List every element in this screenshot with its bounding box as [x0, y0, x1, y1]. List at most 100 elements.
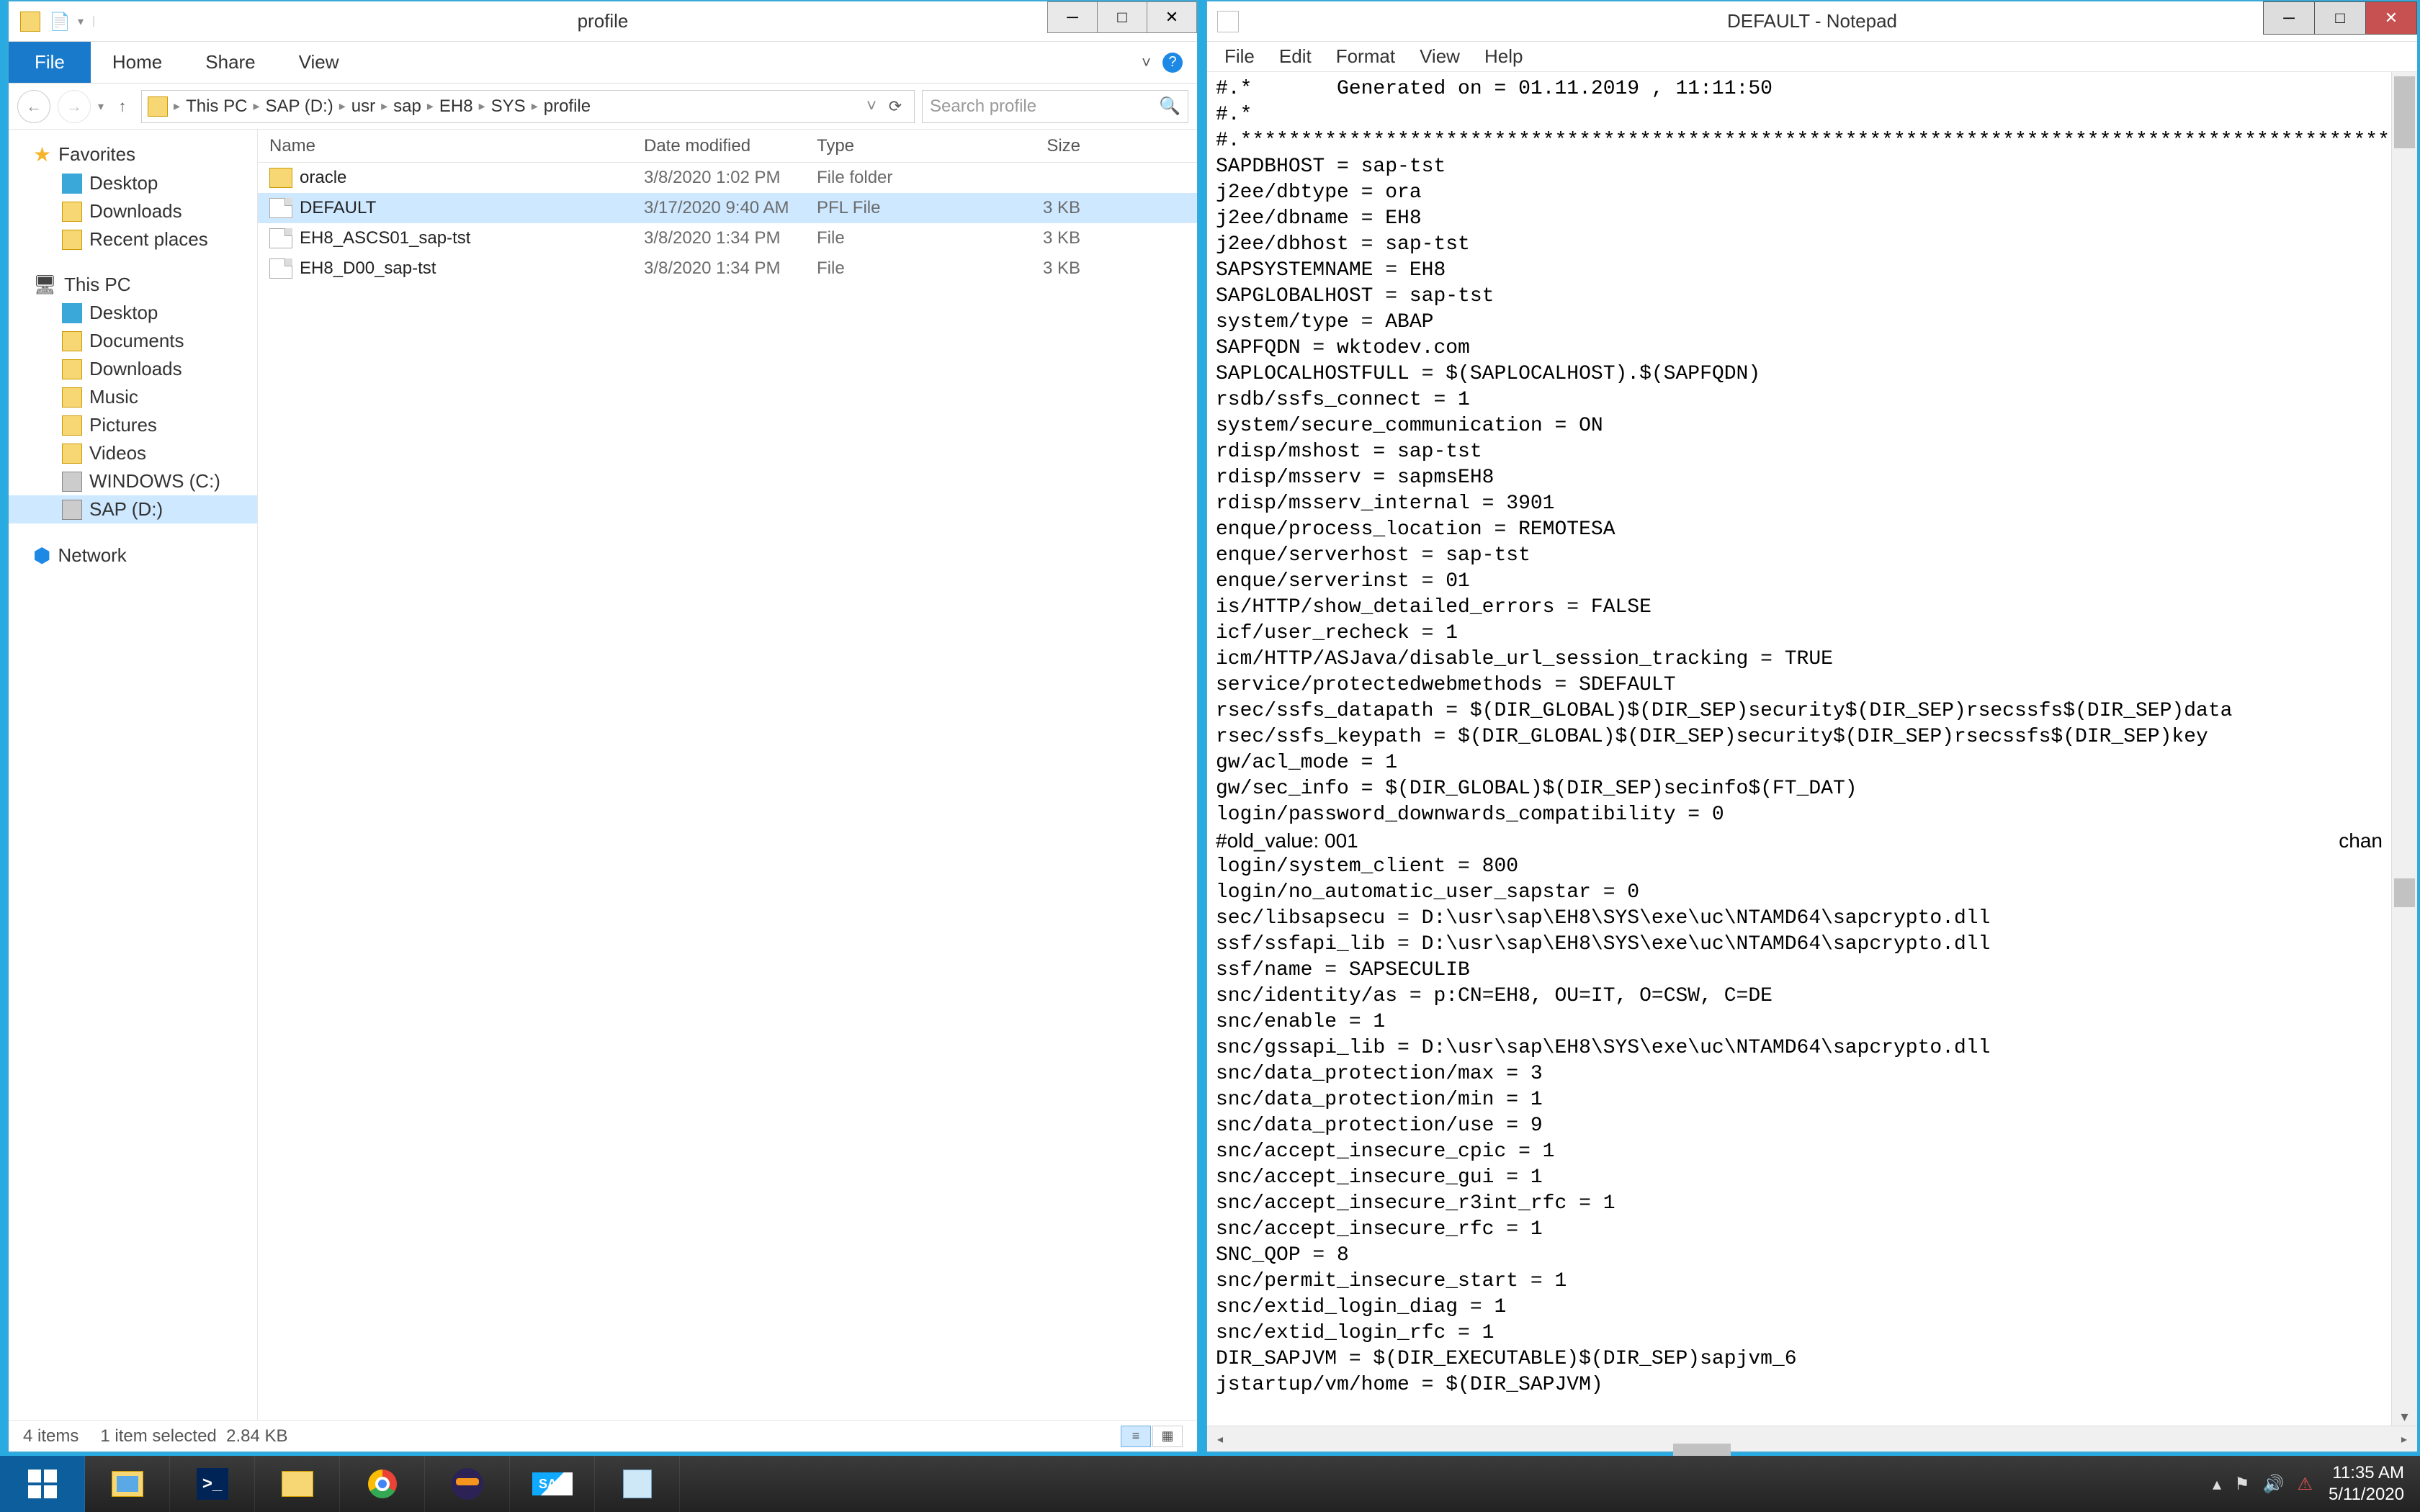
horizontal-scrollbar[interactable]: ◂ ▸ — [1207, 1426, 2417, 1452]
task-powershell[interactable]: >_ — [170, 1456, 255, 1512]
taskbar: >_ SAP ▴ ⚑ 🔊 ⚠ 11:35 AM 5/11/2020 — [0, 1456, 2420, 1512]
task-eclipse[interactable] — [425, 1456, 510, 1512]
minimize-button[interactable]: ─ — [2263, 1, 2315, 35]
close-button[interactable]: ✕ — [2365, 1, 2417, 35]
file-name: oracle — [300, 168, 644, 188]
breadcrumb-item[interactable]: SAP (D:) — [265, 96, 333, 117]
scroll-left-icon[interactable]: ◂ — [1207, 1426, 1233, 1452]
sidebar-item-downloads[interactable]: Downloads — [9, 355, 257, 383]
task-chrome[interactable] — [340, 1456, 425, 1512]
menu-edit[interactable]: Edit — [1269, 45, 1322, 68]
breadcrumb-item[interactable]: sap — [393, 96, 421, 117]
ribbon-tab-home[interactable]: Home — [91, 42, 184, 83]
notepad-titlebar[interactable]: DEFAULT - Notepad ─ □ ✕ — [1207, 1, 2417, 42]
file-explorer-window: 📄 ▾ | profile ─ □ ✕ File Home Share View… — [7, 0, 1198, 1453]
tray-flag-icon[interactable]: ⚑ — [2234, 1474, 2250, 1495]
sidebar-item-downloads[interactable]: Downloads — [9, 197, 257, 225]
breadcrumb-item[interactable]: SYS — [491, 96, 526, 117]
desktop-icon — [62, 174, 82, 194]
breadcrumb-bar[interactable]: ▸ This PC▸ SAP (D:)▸ usr▸ sap▸ EH8▸ SYS▸… — [141, 90, 915, 123]
sidebar-item-videos[interactable]: Videos — [9, 439, 257, 467]
nav-up-button[interactable]: ↑ — [111, 95, 134, 118]
notepad-app-icon — [1217, 11, 1239, 32]
sidebar-item-desktop[interactable]: Desktop — [9, 169, 257, 197]
sap-icon: SAP — [532, 1472, 573, 1495]
nav-forward-button[interactable]: → — [58, 90, 91, 123]
breadcrumb-item[interactable]: This PC — [186, 96, 247, 117]
scroll-right-icon[interactable]: ▸ — [2391, 1426, 2417, 1452]
system-tray[interactable]: ▴ ⚑ 🔊 ⚠ — [2213, 1474, 2313, 1495]
tray-overflow-icon[interactable]: ▴ — [2213, 1474, 2221, 1495]
sidebar-item-recent[interactable]: Recent places — [9, 225, 257, 253]
clock-time: 11:35 AM — [2329, 1462, 2404, 1484]
breadcrumb-item[interactable]: usr — [351, 96, 375, 117]
ribbon-tab-share[interactable]: Share — [184, 42, 277, 83]
tray-warning-icon[interactable]: ⚠ — [2297, 1474, 2313, 1495]
status-selection: 1 item selected — [100, 1426, 216, 1446]
breadcrumb-item[interactable]: EH8 — [439, 96, 473, 117]
menu-file[interactable]: File — [1214, 45, 1265, 68]
tray-speaker-icon[interactable]: 🔊 — [2263, 1474, 2285, 1495]
view-details-button[interactable]: ≡ — [1121, 1426, 1151, 1447]
task-notepad[interactable] — [595, 1456, 680, 1512]
sidebar-item-pictures[interactable]: Pictures — [9, 411, 257, 439]
sidebar-this-pc[interactable]: 🖥This PC — [9, 271, 257, 299]
start-button[interactable] — [0, 1456, 85, 1512]
sidebar-network[interactable]: ⬢Network — [9, 541, 257, 570]
file-row[interactable]: EH8_D00_sap-tst3/8/2020 1:34 PMFile3 KB — [258, 253, 1197, 284]
file-row[interactable]: DEFAULT3/17/2020 9:40 AMPFL File3 KB — [258, 193, 1197, 223]
drive-icon — [62, 472, 82, 492]
search-icon: 🔍 — [1159, 96, 1180, 117]
maximize-button[interactable]: □ — [2314, 1, 2366, 35]
menu-view[interactable]: View — [1410, 45, 1470, 68]
sidebar-favorites[interactable]: ★Favorites — [9, 140, 257, 169]
notepad-text-area[interactable]: #.* Generated on = 01.11.2019 , 11:11:50… — [1207, 72, 2391, 1426]
breadcrumb-item[interactable]: profile — [544, 96, 591, 117]
sidebar-item-music[interactable]: Music — [9, 383, 257, 411]
help-icon[interactable]: ? — [1162, 53, 1183, 73]
file-row[interactable]: oracle3/8/2020 1:02 PMFile folder — [258, 163, 1197, 193]
taskbar-clock[interactable]: 11:35 AM 5/11/2020 — [2329, 1462, 2404, 1506]
ribbon-tab-file[interactable]: File — [9, 42, 91, 83]
task-server-manager[interactable] — [85, 1456, 170, 1512]
notepad-title: DEFAULT - Notepad — [1207, 10, 2417, 32]
file-icon — [269, 198, 292, 218]
sidebar-item-desktop[interactable]: Desktop — [9, 299, 257, 327]
maximize-button[interactable]: □ — [1097, 1, 1147, 33]
vertical-scrollbar[interactable]: ▴ ▾ — [2391, 72, 2417, 1426]
sidebar-item-drive-c[interactable]: WINDOWS (C:) — [9, 467, 257, 495]
nav-history-dropdown[interactable]: ▾ — [98, 99, 104, 114]
scroll-thumb[interactable] — [2394, 76, 2415, 148]
search-input[interactable]: Search profile 🔍 — [922, 90, 1188, 123]
file-row[interactable]: EH8_ASCS01_sap-tst3/8/2020 1:34 PMFile3 … — [258, 223, 1197, 253]
column-size[interactable]: Size — [988, 136, 1103, 156]
explorer-titlebar[interactable]: 📄 ▾ | profile ─ □ ✕ — [9, 1, 1197, 42]
qat-separator: ▾ — [78, 14, 84, 29]
nav-back-button[interactable]: ← — [17, 90, 50, 123]
file-date: 3/8/2020 1:02 PM — [644, 168, 817, 188]
properties-icon[interactable]: 📄 — [49, 12, 69, 32]
network-icon: ⬢ — [33, 544, 50, 567]
column-headers[interactable]: Name Date modified Type Size — [258, 130, 1197, 163]
view-icons-button[interactable]: ▦ — [1152, 1426, 1183, 1447]
column-type[interactable]: Type — [817, 136, 988, 156]
explorer-icon — [282, 1471, 313, 1497]
ribbon: File Home Share View ˅ ? — [9, 42, 1197, 84]
ribbon-tab-view[interactable]: View — [277, 42, 361, 83]
breadcrumb-dropdown-icon[interactable]: ˅ — [866, 96, 877, 117]
task-sap[interactable]: SAP — [510, 1456, 595, 1512]
menu-format[interactable]: Format — [1326, 45, 1405, 68]
menu-help[interactable]: Help — [1474, 45, 1533, 68]
task-file-explorer[interactable] — [255, 1456, 340, 1512]
minimize-button[interactable]: ─ — [1047, 1, 1098, 33]
status-size: 2.84 KB — [226, 1426, 287, 1446]
column-name[interactable]: Name — [269, 136, 644, 156]
sidebar-item-documents[interactable]: Documents — [9, 327, 257, 355]
sidebar-item-drive-d[interactable]: SAP (D:) — [9, 495, 257, 523]
navigation-pane[interactable]: ★Favorites Desktop Downloads Recent plac… — [9, 130, 258, 1420]
ribbon-expand-icon[interactable]: ˅ — [1142, 53, 1151, 72]
close-button[interactable]: ✕ — [1147, 1, 1197, 33]
file-icon — [269, 228, 292, 248]
refresh-button[interactable]: ⟳ — [882, 94, 908, 120]
column-date[interactable]: Date modified — [644, 136, 817, 156]
